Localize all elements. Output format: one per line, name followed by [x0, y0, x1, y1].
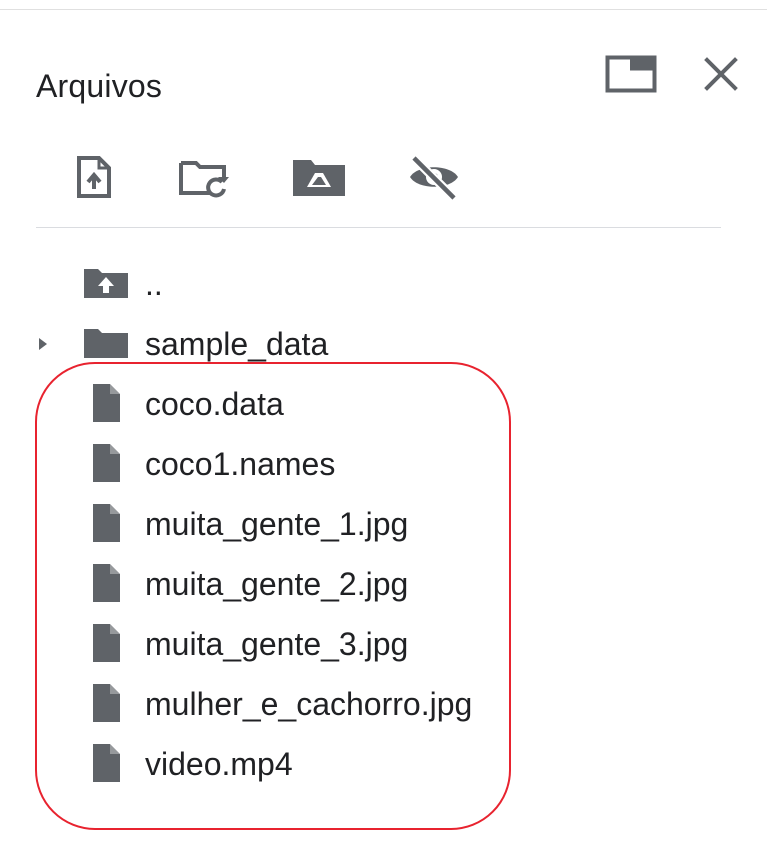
toggle-window-button[interactable] — [603, 46, 659, 102]
tree-item-file[interactable]: muita_gente_2.jpg — [0, 552, 767, 612]
tree-item-parent[interactable]: .. — [0, 252, 767, 312]
panel-title: Arquivos — [36, 68, 163, 104]
file-icon — [82, 502, 130, 544]
tree-item-label: video.mp4 — [145, 746, 293, 782]
tree-item-label: muita_gente_1.jpg — [145, 506, 409, 542]
mount-drive-button[interactable] — [289, 147, 349, 207]
tree-item-label: muita_gente_2.jpg — [145, 566, 409, 602]
folder-up-icon — [82, 262, 130, 304]
tree-item-label: coco1.names — [145, 446, 336, 482]
upload-file-button[interactable] — [64, 147, 124, 207]
file-icon — [82, 622, 130, 664]
tree-item-file[interactable]: coco1.names — [0, 432, 767, 492]
tree-item-file[interactable]: video.mp4 — [0, 732, 767, 792]
files-panel: Arquivos .. sample_data coco.data coco1.… — [0, 0, 767, 865]
file-icon — [82, 682, 130, 724]
refresh-button[interactable] — [176, 147, 236, 207]
tree-item-label: sample_data — [145, 326, 329, 362]
panel-top-border — [0, 9, 767, 10]
window-icon — [605, 55, 657, 93]
file-tree: .. sample_data coco.data coco1.names mui… — [0, 252, 767, 792]
tree-item-label: muita_gente_3.jpg — [145, 626, 409, 662]
file-icon — [82, 442, 130, 484]
tree-item-label: .. — [145, 266, 163, 302]
tree-item-file[interactable]: coco.data — [0, 372, 767, 432]
eye-off-icon — [410, 154, 458, 200]
tree-item-label: mulher_e_cachorro.jpg — [145, 686, 473, 722]
upload-file-icon — [77, 156, 111, 198]
tree-item-file[interactable]: mulher_e_cachorro.jpg — [0, 672, 767, 732]
folder-refresh-icon — [179, 161, 229, 198]
tree-item-file[interactable]: muita_gente_3.jpg — [0, 612, 767, 672]
file-icon — [82, 562, 130, 604]
file-icon — [82, 742, 130, 784]
close-button[interactable] — [693, 46, 749, 102]
folder-icon — [82, 322, 130, 364]
toggle-hidden-files-button[interactable] — [404, 147, 464, 207]
drive-folder-icon — [293, 160, 345, 196]
file-icon — [82, 382, 130, 424]
close-icon — [704, 57, 738, 91]
expand-arrow-icon[interactable] — [36, 336, 50, 352]
tree-item-label: coco.data — [145, 386, 284, 422]
tree-item-file[interactable]: muita_gente_1.jpg — [0, 492, 767, 552]
toolbar-divider — [36, 227, 721, 228]
tree-item-sample-data[interactable]: sample_data — [0, 312, 767, 372]
